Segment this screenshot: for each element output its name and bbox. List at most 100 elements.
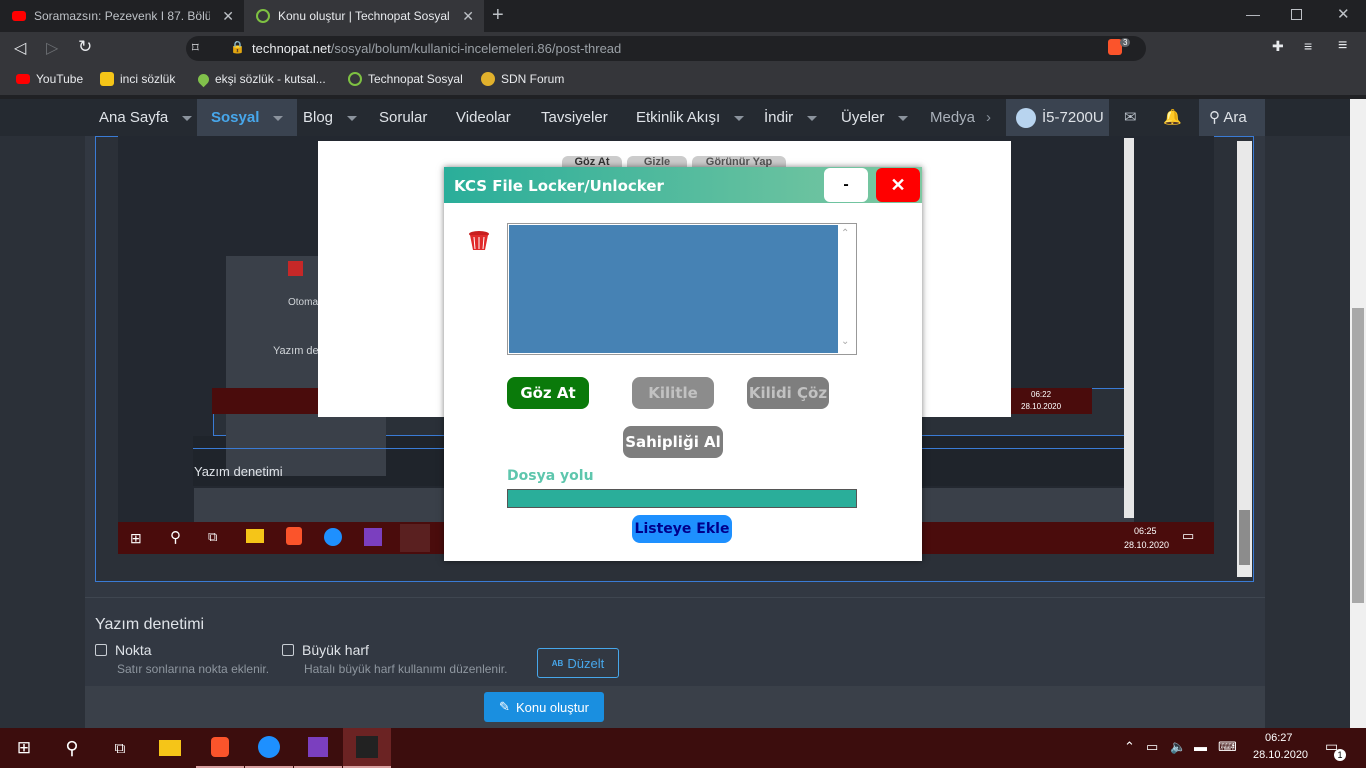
windows-start-icon[interactable]: ⊞ xyxy=(0,728,48,768)
chevron-down-icon[interactable] xyxy=(898,115,909,121)
back-icon[interactable]: ◁ xyxy=(14,38,26,58)
nav-tavsiyeler[interactable]: Tavsiyeler xyxy=(541,99,608,136)
site-navigation: Ana Sayfa Sosyal Blog Sorular Videolar T… xyxy=(0,99,1366,136)
fix-button[interactable]: AB Düzelt xyxy=(537,648,619,678)
restore-window-icon[interactable] xyxy=(1291,9,1302,20)
create-thread-button[interactable]: ✎ Konu oluştur xyxy=(484,692,604,722)
task-view-icon: ⧉ xyxy=(208,529,218,544)
trash-icon[interactable] xyxy=(468,229,490,251)
bookmark-eksi[interactable]: ekşi sözlük - kutsal... xyxy=(195,71,326,87)
take-ownership-button[interactable]: Sahipliği Al xyxy=(623,426,723,458)
youtube-icon xyxy=(12,11,26,21)
add-to-list-button[interactable]: Listeye Ekle xyxy=(632,515,732,543)
lock-icon[interactable]: 🔒 xyxy=(230,40,245,54)
unlock-button[interactable]: Kilidi Çöz xyxy=(747,377,829,409)
buyuk-harf-checkbox[interactable]: Büyük harf xyxy=(282,642,369,658)
minimize-window-icon[interactable]: — xyxy=(1246,6,1260,22)
mail-icon[interactable]: ✉ xyxy=(1124,99,1137,136)
bookmark-sdn[interactable]: SDN Forum xyxy=(481,72,564,86)
browser-tab-strip: Soramazsın: Pezevenk I 87. Bölüm ✕ Konu … xyxy=(0,0,1366,32)
windows-logo-icon: ⊞ xyxy=(130,530,142,546)
sdn-icon xyxy=(481,72,495,86)
battery-icon[interactable]: ▬ xyxy=(1194,739,1207,754)
extensions-icon[interactable]: ✚ xyxy=(1272,38,1284,55)
nav-scroll-right-icon[interactable]: › xyxy=(986,99,991,136)
scroll-down-icon[interactable]: ⌄ xyxy=(841,336,849,347)
power-icon xyxy=(348,72,362,86)
mid-clock-date: 28.10.2020 xyxy=(1124,540,1170,550)
page-scroll-thumb[interactable] xyxy=(1352,308,1364,603)
reload-icon[interactable]: ↻ xyxy=(78,37,92,57)
inner-scrollbar xyxy=(1124,138,1134,518)
nav-sorular[interactable]: Sorular xyxy=(379,99,427,136)
bookmark-icon[interactable]: ⌑ xyxy=(192,40,199,56)
chevron-down-icon[interactable] xyxy=(347,115,358,121)
close-tab-icon[interactable]: ✕ xyxy=(222,8,234,25)
new-tab-button[interactable]: + xyxy=(492,4,504,27)
dialog-title: KCS File Locker/Unlocker xyxy=(454,177,664,195)
checkbox-icon[interactable] xyxy=(282,644,294,656)
editor-scroll-thumb[interactable] xyxy=(1239,510,1250,565)
nav-blog[interactable]: Blog xyxy=(303,99,358,136)
bell-icon[interactable]: 🔔 xyxy=(1163,99,1182,136)
windows-taskbar: ⊞ ⚲ ⧉ ⌃ ▭ 🔈 ▬ ⌨ 06:27 28.10.2020 ▭ 1 xyxy=(0,728,1366,768)
inner-yazim-text: Yazım den xyxy=(273,345,325,357)
chevron-down-icon[interactable] xyxy=(273,115,284,121)
search-icon[interactable]: ⚲ xyxy=(48,728,96,768)
search-button[interactable]: ⚲ Ara xyxy=(1199,99,1265,136)
nav-videolar[interactable]: Videolar xyxy=(456,99,511,136)
minimize-button[interactable]: - xyxy=(824,168,868,202)
task-view-icon[interactable]: ⧉ xyxy=(96,728,144,768)
visual-studio-icon[interactable] xyxy=(294,728,342,768)
kcs-app-icon[interactable] xyxy=(343,728,391,768)
tab-youtube[interactable]: Soramazsın: Pezevenk I 87. Bölüm ✕ xyxy=(0,0,244,32)
user-menu[interactable]: İ5-7200U xyxy=(1006,99,1109,136)
inner-otoma-text: Otoma xyxy=(288,297,319,308)
chevron-down-icon[interactable] xyxy=(807,115,818,121)
teamviewer-icon[interactable] xyxy=(245,728,293,768)
nav-ana-sayfa[interactable]: Ana Sayfa xyxy=(99,99,193,136)
volume-icon[interactable]: 🔈 xyxy=(1170,739,1186,755)
nokta-checkbox[interactable]: Nokta xyxy=(95,642,152,658)
nav-indir[interactable]: İndir xyxy=(764,99,818,136)
chevron-down-icon[interactable] xyxy=(734,115,745,121)
windows-logo-icon xyxy=(288,261,303,276)
keyboard-icon[interactable]: ⌨ xyxy=(1218,739,1237,755)
scroll-up-icon[interactable]: ⌃ xyxy=(841,228,849,239)
browse-button[interactable]: Göz At xyxy=(507,377,589,409)
browser-toolbar: ◁ ▷ ↻ ⌑ 🔒 technopat.net/sosyal/bolum/kul… xyxy=(0,32,1366,64)
lock-button[interactable]: Kilitle xyxy=(632,377,714,409)
chevron-down-icon[interactable] xyxy=(182,115,193,121)
network-icon[interactable]: ▭ xyxy=(1146,739,1158,755)
bookmark-youtube[interactable]: YouTube xyxy=(16,72,83,86)
edit-icon: ✎ xyxy=(499,699,510,714)
tab-technopat[interactable]: Konu oluştur | Technopat Sosyal ✕ xyxy=(244,0,484,32)
playlist-icon[interactable]: ≡ xyxy=(1304,38,1312,54)
url-text[interactable]: technopat.net/sosyal/bolum/kullanici-inc… xyxy=(252,41,621,56)
bookmarks-bar: YouTube inci sözlük ekşi sözlük - kutsal… xyxy=(0,64,1366,96)
shield-count-badge: 3 xyxy=(1120,38,1131,47)
nav-sosyal[interactable]: Sosyal xyxy=(197,99,298,136)
bookmark-technopat[interactable]: Technopat Sosyal xyxy=(348,72,463,86)
close-tab-icon[interactable]: ✕ xyxy=(462,8,474,25)
clock-date[interactable]: 28.10.2020 xyxy=(1253,749,1308,761)
menu-icon[interactable]: ≡ xyxy=(1338,37,1347,55)
file-list-area[interactable] xyxy=(509,225,838,353)
notification-badge: 1 xyxy=(1334,749,1346,761)
forward-icon[interactable]: ▷ xyxy=(46,38,58,58)
nav-etkinlik[interactable]: Etkinlik Akışı xyxy=(636,99,745,136)
address-bar[interactable]: ⌑ 🔒 technopat.net/sosyal/bolum/kullanici… xyxy=(186,36,1146,61)
file-explorer-icon[interactable] xyxy=(146,728,194,768)
bookmark-inci[interactable]: inci sözlük xyxy=(100,72,175,86)
chevron-up-icon[interactable]: ⌃ xyxy=(1124,739,1135,755)
close-button[interactable]: ✕ xyxy=(876,168,920,202)
brave-icon[interactable] xyxy=(196,728,244,768)
path-input[interactable] xyxy=(507,489,857,508)
clock-time[interactable]: 06:27 xyxy=(1265,732,1293,744)
checkbox-icon[interactable] xyxy=(95,644,107,656)
close-window-icon[interactable]: ✕ xyxy=(1337,5,1350,23)
dialog-title-bar[interactable]: KCS File Locker/Unlocker - ✕ xyxy=(444,167,922,203)
nav-medya[interactable]: Medya xyxy=(930,99,975,136)
nav-uyeler[interactable]: Üyeler xyxy=(841,99,909,136)
file-list[interactable]: ⌃ ⌄ xyxy=(507,223,857,355)
